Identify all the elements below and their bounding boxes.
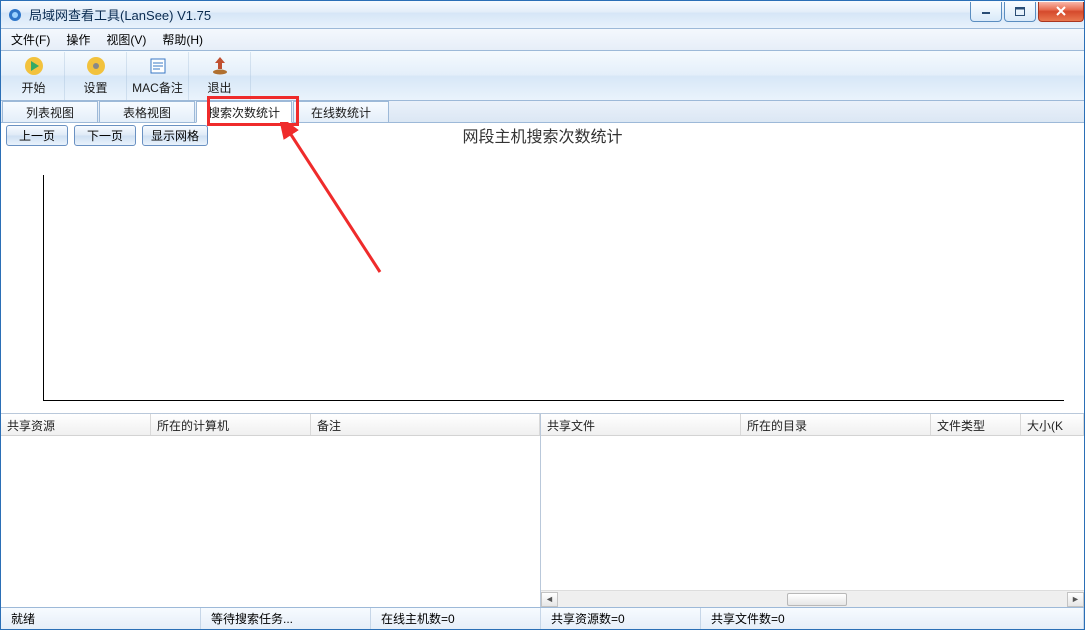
scroll-right-arrow[interactable]: ►: [1067, 592, 1084, 607]
scroll-track[interactable]: [558, 592, 1067, 607]
right-panel: 共享文件 所在的目录 文件类型 大小(K ◄ ►: [541, 414, 1084, 607]
tab-online-stats[interactable]: 在线数统计: [293, 101, 389, 122]
bottom-panels: 共享资源 所在的计算机 备注 共享文件 所在的目录 文件类型 大小(K ◄ ►: [1, 413, 1084, 607]
col-share-resource[interactable]: 共享资源: [1, 414, 151, 435]
tab-list-view[interactable]: 列表视图: [2, 101, 98, 122]
menu-help[interactable]: 帮助(H): [154, 29, 211, 50]
statusbar: 就绪 等待搜索任务... 在线主机数=0 共享资源数=0 共享文件数=0: [1, 607, 1084, 629]
col-remark[interactable]: 备注: [311, 414, 540, 435]
col-share-file[interactable]: 共享文件: [541, 414, 741, 435]
col-directory[interactable]: 所在的目录: [741, 414, 931, 435]
page-toolbar: 上一页 下一页 显示网格 网段主机搜索次数统计: [1, 123, 1084, 147]
left-panel: 共享资源 所在的计算机 备注: [1, 414, 541, 607]
toolbar-settings-label: 设置: [83, 79, 107, 96]
maximize-button[interactable]: [1004, 2, 1036, 22]
minimize-icon: [981, 7, 991, 15]
menu-ops[interactable]: 操作: [58, 29, 98, 50]
app-icon: [7, 7, 23, 23]
toolbar-start-label: 开始: [21, 79, 45, 96]
menu-file[interactable]: 文件(F): [3, 29, 58, 50]
chart-area: [1, 147, 1084, 413]
status-online: 在线主机数=0: [371, 608, 541, 629]
toolbar-exit-label: 退出: [207, 79, 231, 96]
left-list-body[interactable]: [1, 436, 540, 607]
toolbar-start[interactable]: 开始: [3, 52, 65, 100]
chart-title: 网段主机搜索次数统计: [462, 123, 622, 147]
right-h-scrollbar[interactable]: ◄ ►: [541, 590, 1084, 607]
scroll-left-arrow[interactable]: ◄: [541, 592, 558, 607]
start-icon: [23, 55, 45, 77]
left-list-header: 共享资源 所在的计算机 备注: [1, 414, 540, 436]
status-share-res: 共享资源数=0: [541, 608, 701, 629]
toolbar-mac-label: MAC备注: [132, 79, 183, 96]
titlebar: 局域网查看工具(LanSee) V1.75: [1, 1, 1084, 29]
window-title: 局域网查看工具(LanSee) V1.75: [29, 5, 968, 24]
mac-icon: [147, 55, 169, 77]
tab-strip: 列表视图 表格视图 搜索次数统计 在线数统计: [1, 101, 1084, 123]
col-size[interactable]: 大小(K: [1021, 414, 1084, 435]
status-share-files: 共享文件数=0: [701, 608, 1084, 629]
scroll-thumb[interactable]: [787, 593, 847, 606]
show-grid-button[interactable]: 显示网格: [142, 125, 208, 146]
menubar: 文件(F) 操作 视图(V) 帮助(H): [1, 29, 1084, 51]
next-page-button[interactable]: 下一页: [74, 125, 136, 146]
exit-icon: [209, 55, 231, 77]
minimize-button[interactable]: [970, 2, 1002, 22]
tab-search-stats[interactable]: 搜索次数统计: [196, 101, 292, 123]
col-file-type[interactable]: 文件类型: [931, 414, 1021, 435]
status-ready: 就绪: [1, 608, 201, 629]
maximize-icon: [1015, 7, 1025, 16]
status-wait: 等待搜索任务...: [201, 608, 371, 629]
menu-view[interactable]: 视图(V): [98, 29, 154, 50]
right-list-header: 共享文件 所在的目录 文件类型 大小(K: [541, 414, 1084, 436]
tab-table-view[interactable]: 表格视图: [99, 101, 195, 122]
close-icon: [1055, 6, 1067, 16]
close-button[interactable]: [1038, 2, 1084, 22]
toolbar-mac[interactable]: MAC备注: [127, 52, 189, 100]
toolbar-exit[interactable]: 退出: [189, 52, 251, 100]
toolbar-settings[interactable]: 设置: [65, 52, 127, 100]
right-list-body[interactable]: [541, 436, 1084, 590]
chart-canvas: [43, 175, 1064, 401]
prev-page-button[interactable]: 上一页: [6, 125, 68, 146]
col-computer[interactable]: 所在的计算机: [151, 414, 311, 435]
toolbar: 开始 设置 MAC备注 退出: [1, 51, 1084, 101]
settings-icon: [85, 55, 107, 77]
